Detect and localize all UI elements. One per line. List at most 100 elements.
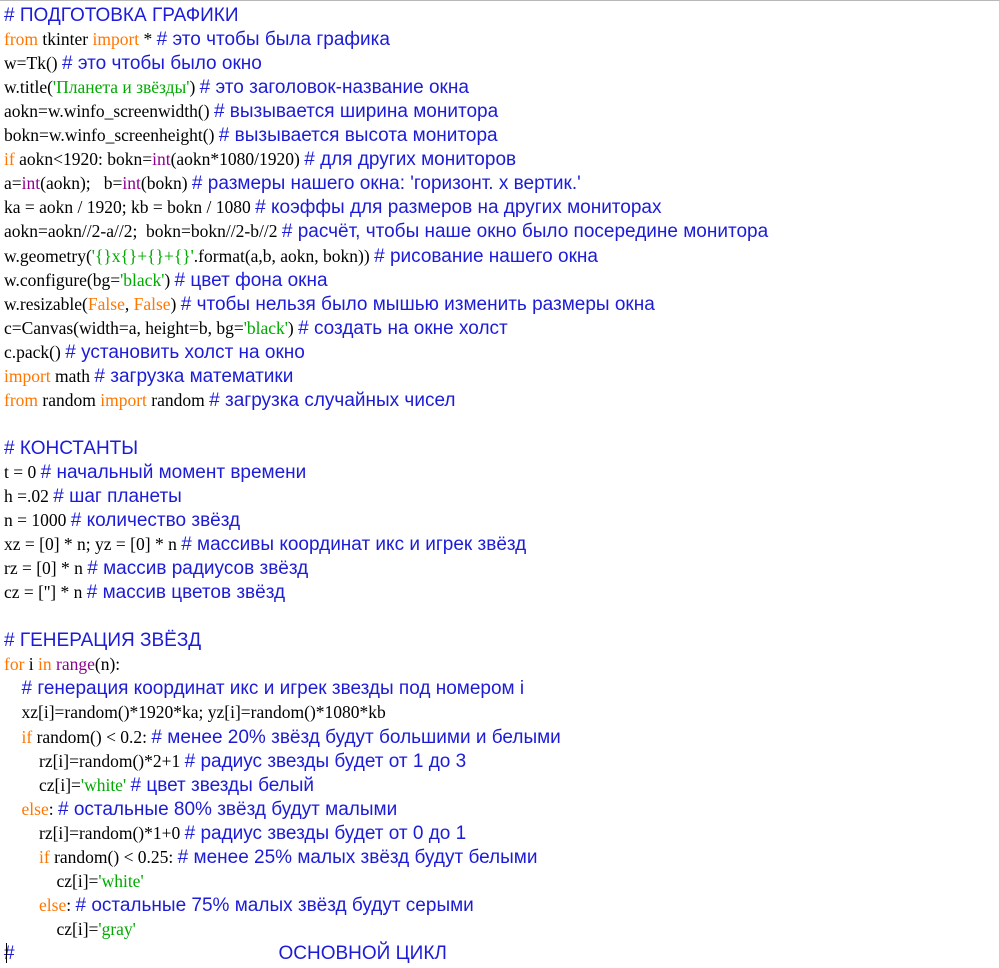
string-token: 'black' <box>243 317 288 338</box>
code-line[interactable]: bokn=w.winfo_screenheight() # вызывается… <box>4 123 498 147</box>
comment-token: # радиус звезды будет от 1 до 3 <box>184 750 467 772</box>
code-token: bokn=w.winfo_screenheight() <box>4 125 219 146</box>
code-line[interactable]: cz[i]='gray' <box>4 917 136 941</box>
code-token: (bokn) <box>140 173 192 194</box>
comment-token: # это чтобы было окно <box>61 53 262 75</box>
comment-token: # загрузка математики <box>94 365 294 387</box>
comment-token: # генерация координат икс и игрек звезды… <box>21 678 525 700</box>
comment-token: # начальный момент времени <box>40 461 307 483</box>
code-token: , <box>124 293 134 314</box>
keyword-token: else <box>39 894 67 915</box>
keyword-token: False <box>87 293 125 314</box>
code-line[interactable]: from random import random # загрузка слу… <box>4 388 455 412</box>
comment-token: # цвет фона окна <box>174 269 328 291</box>
string-token: 'black' <box>120 269 165 290</box>
code-line[interactable]: if random() < 0.2: # менее 20% звёзд буд… <box>4 725 561 749</box>
keyword-token: else <box>21 798 49 819</box>
code-line[interactable]: cz[i]='white' <box>4 869 144 893</box>
comment-token: # менее 25% малых звёзд будут белыми <box>177 846 538 868</box>
code-token: ) <box>164 269 175 290</box>
code-token: h =.02 <box>4 486 54 506</box>
code-token: xz = [0] * n; yz = [0] * n <box>4 534 182 555</box>
code-line[interactable]: aokn=w.winfo_screenwidth() # вызывается … <box>4 99 498 123</box>
code-line[interactable]: cz = [''] * n # массив цветов звёзд <box>4 580 285 604</box>
code-token: a= <box>4 173 22 194</box>
code-line[interactable]: # генерация координат икс и игрек звезды… <box>4 676 525 700</box>
code-line[interactable]: # ГЕНЕРАЦИЯ ЗВЁЗД <box>4 628 201 652</box>
code-line[interactable]: c.pack() # установить холст на окно <box>4 340 305 364</box>
code-line[interactable]: w=Tk() # это чтобы было окно <box>4 51 262 75</box>
code-token: w.resizable( <box>4 293 88 314</box>
text-cursor <box>6 942 7 963</box>
code-line[interactable]: cz[i]='white' # цвет звезды белый <box>4 773 314 797</box>
code-line[interactable]: rz = [0] * n # массив радиусов звёзд <box>4 556 308 580</box>
code-token: rz[i]=random()*1+0 <box>4 822 185 843</box>
keyword-token: if <box>39 846 50 867</box>
code-line[interactable]: n = 1000 # количество звёзд <box>4 508 240 532</box>
builtin-token: int <box>21 173 41 194</box>
code-token: cz[i]= <box>4 774 81 795</box>
code-line[interactable]: import math # загрузка математики <box>4 364 293 388</box>
code-line[interactable]: # КОНСТАНТЫ <box>4 436 138 460</box>
string-token: 'white' <box>98 870 144 891</box>
code-token: : <box>48 798 58 819</box>
code-token: cz = [''] * n <box>4 582 87 603</box>
comment-token: # остальные 80% звёзд будут малыми <box>57 798 398 820</box>
code-line[interactable]: rz[i]=random()*1+0 # радиус звезды будет… <box>4 821 466 845</box>
code-token: w=Tk() <box>4 53 62 74</box>
code-line[interactable]: # ОСНОВНОЙ ЦИКЛ <box>4 941 447 965</box>
comment-token: # коэффы для размеров на других монитора… <box>255 197 662 219</box>
comment-token: # создать на окне холст <box>298 317 508 339</box>
keyword-token: import <box>100 389 147 410</box>
code-token: rz[i]=random()*2+1 <box>4 750 185 771</box>
comment-token: # массив цветов звёзд <box>86 582 286 604</box>
string-token: 'gray' <box>98 918 136 939</box>
keyword-token: from <box>4 29 39 50</box>
code-line[interactable]: t = 0 # начальный момент времени <box>4 460 306 484</box>
code-line[interactable]: for i in range(n): <box>4 652 120 676</box>
code-line[interactable]: xz = [0] * n; yz = [0] * n # массивы коо… <box>4 532 526 556</box>
keyword-token: for <box>4 654 25 675</box>
code-line[interactable]: w.configure(bg='black') # цвет фона окна <box>4 268 328 292</box>
keyword-token: import <box>4 365 51 386</box>
code-editor[interactable]: # ПОДГОТОВКА ГРАФИКИ from tkinter import … <box>0 0 1000 968</box>
code-line[interactable]: w.resizable(False, False) # чтобы нельзя… <box>4 292 655 316</box>
code-token: t = 0 <box>4 461 41 482</box>
code-token: i <box>24 654 39 675</box>
code-line[interactable]: if random() < 0.25: # менее 25% малых зв… <box>4 845 537 869</box>
code-token: (aokn); b= <box>40 173 123 194</box>
code-line[interactable]: xz[i]=random()*1920*ka; yz[i]=random()*1… <box>4 700 386 724</box>
comment-token: # это чтобы была графика <box>156 29 390 51</box>
code-line[interactable]: a=int(aokn); b=int(bokn) # размеры нашег… <box>4 171 581 195</box>
code-token: .format(a,b, aokn, bokn)) <box>193 245 375 266</box>
builtin-token: range <box>56 654 95 675</box>
code-line[interactable]: from tkinter import * # это чтобы была г… <box>4 27 390 51</box>
builtin-token: int <box>122 173 141 194</box>
code-token: w.configure(bg= <box>4 269 121 290</box>
code-token: random <box>146 389 210 410</box>
code-line[interactable]: else: # остальные 75% малых звёзд будут … <box>4 893 474 917</box>
code-line[interactable]: w.title('Планета и звёзды') # это заголо… <box>4 75 469 99</box>
code-token: * <box>139 29 157 50</box>
code-line[interactable]: ka = aokn / 1920; kb = bokn / 1080 # коэ… <box>4 195 662 219</box>
comment-token: # расчёт, чтобы наше окно было посередин… <box>281 221 769 243</box>
code-line[interactable]: c=Canvas(width=a, height=b, bg='black') … <box>4 316 508 340</box>
code-token: aokn<1920: bokn= <box>14 149 153 170</box>
code-token: tkinter <box>38 29 93 50</box>
code-line[interactable]: aokn=aokn//2-a//2; bokn=bokn//2-b//2 # р… <box>4 219 768 243</box>
code-line[interactable]: if aokn<1920: bokn=int(aokn*1080/1920) #… <box>4 147 516 171</box>
code-line[interactable]: w.geometry('{}x{}+{}+{}'.format(a,b, aok… <box>4 244 598 268</box>
code-token: random() < 0.2: <box>32 726 152 747</box>
comment-token: # радиус звезды будет от 0 до 1 <box>184 822 467 844</box>
code-token: ) <box>170 293 181 314</box>
code-token: cz[i]= <box>4 918 99 939</box>
code-line[interactable]: rz[i]=random()*2+1 # радиус звезды будет… <box>4 749 466 773</box>
code-token: w.geometry( <box>4 245 92 266</box>
code-line[interactable]: h =.02 # шаг планеты <box>4 484 182 508</box>
code-line[interactable]: # ПОДГОТОВКА ГРАФИКИ <box>4 3 239 27</box>
code-line[interactable]: else: # остальные 80% звёзд будут малыми <box>4 797 398 821</box>
comment-token: # цвет звезды белый <box>130 774 315 796</box>
string-token: 'white' <box>80 774 127 795</box>
